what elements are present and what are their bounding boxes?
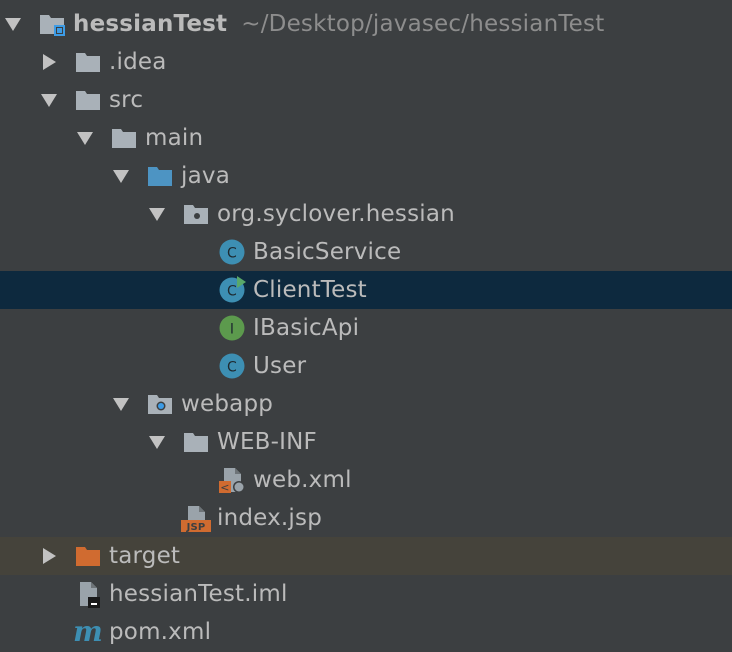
tree-item[interactable]: < web.xml xyxy=(0,461,732,499)
tree-item-label: index.jsp xyxy=(217,505,323,531)
tree-item[interactable]: main xyxy=(0,119,732,157)
class-icon: C xyxy=(217,237,247,267)
expand-toggle[interactable] xyxy=(145,202,169,226)
tree-item[interactable]: C ClientTest xyxy=(0,271,732,309)
expand-toggle[interactable] xyxy=(145,430,169,454)
svg-text:C: C xyxy=(227,284,237,300)
web-folder-icon xyxy=(145,389,175,419)
tree-item[interactable]: webapp xyxy=(0,385,732,423)
iml-file-icon xyxy=(73,579,103,609)
expand-arrow-icon[interactable] xyxy=(111,394,131,414)
tree-item-label: webapp xyxy=(181,391,274,417)
svg-text:C: C xyxy=(227,360,237,376)
tree-item[interactable]: hessianTest ~/Desktop/javasec/hessianTest xyxy=(0,5,732,43)
tree-item[interactable]: src xyxy=(0,81,732,119)
svg-text:<: < xyxy=(220,481,229,494)
collapse-toggle[interactable] xyxy=(37,50,61,74)
tree-item[interactable]: I IBasicApi xyxy=(0,309,732,347)
tree-item[interactable]: target xyxy=(0,537,732,575)
expand-toggle[interactable] xyxy=(109,164,133,188)
tree-item[interactable]: C BasicService xyxy=(0,233,732,271)
tree-item[interactable]: .idea xyxy=(0,43,732,81)
expand-arrow-icon[interactable] xyxy=(147,204,167,224)
tree-item-label: web.xml xyxy=(253,467,352,493)
tree-item[interactable]: C User xyxy=(0,347,732,385)
runnable-class-icon: C xyxy=(217,275,247,305)
tree-item-label: hessianTest.iml xyxy=(109,581,288,607)
collapse-arrow-icon[interactable] xyxy=(39,546,59,566)
expand-arrow-icon[interactable] xyxy=(3,14,23,34)
expand-arrow-icon[interactable] xyxy=(75,128,95,148)
project-path: ~/Desktop/javasec/hessianTest xyxy=(241,11,605,37)
folder-icon xyxy=(73,47,103,77)
folder-icon xyxy=(181,427,211,457)
tree-item-label: BasicService xyxy=(253,239,402,265)
collapse-arrow-icon[interactable] xyxy=(39,52,59,72)
expand-toggle[interactable] xyxy=(1,12,25,36)
tree-item-label: hessianTest xyxy=(73,11,228,37)
interface-icon: I xyxy=(217,313,247,343)
tree-item[interactable]: org.syclover.hessian xyxy=(0,195,732,233)
svg-text:C: C xyxy=(227,246,237,262)
tree-item[interactable]: WEB-INF xyxy=(0,423,732,461)
collapse-toggle[interactable] xyxy=(37,544,61,568)
tree-item-label: ClientTest xyxy=(253,277,367,303)
source-folder-icon xyxy=(145,161,175,191)
expand-toggle[interactable] xyxy=(109,392,133,416)
module-folder-icon xyxy=(37,9,67,39)
expand-arrow-icon[interactable] xyxy=(147,432,167,452)
svg-text:JSP: JSP xyxy=(186,522,206,533)
tree-item-label: target xyxy=(109,543,181,569)
class-icon: C xyxy=(217,351,247,381)
web-xml-icon: < xyxy=(217,465,247,495)
tree-item[interactable]: java xyxy=(0,157,732,195)
tree-item-label: main xyxy=(145,125,204,151)
expand-toggle[interactable] xyxy=(37,88,61,112)
tree-item-label: User xyxy=(253,353,307,379)
expand-arrow-icon[interactable] xyxy=(111,166,131,186)
expand-toggle[interactable] xyxy=(73,126,97,150)
tree-item-label: IBasicApi xyxy=(253,315,360,341)
maven-file-icon: m xyxy=(73,617,103,647)
tree-item-label: pom.xml xyxy=(109,619,212,645)
tree-item-label: src xyxy=(109,87,144,113)
tree-item-label: java xyxy=(181,163,230,189)
jsp-file-icon: JSP xyxy=(181,503,211,533)
tree-item-label: WEB-INF xyxy=(217,429,317,455)
tree-item[interactable]: m pom.xml xyxy=(0,613,732,651)
package-icon xyxy=(181,199,211,229)
folder-icon xyxy=(109,123,139,153)
expand-arrow-icon[interactable] xyxy=(39,90,59,110)
excluded-folder-icon xyxy=(73,541,103,571)
tree-item-label: .idea xyxy=(109,49,167,75)
tree-item[interactable]: JSP index.jsp xyxy=(0,499,732,537)
project-tree: hessianTest ~/Desktop/javasec/hessianTest… xyxy=(0,0,732,652)
svg-text:I: I xyxy=(230,322,234,338)
svg-text:m: m xyxy=(73,617,103,647)
tree-item-label: org.syclover.hessian xyxy=(217,201,455,227)
tree-item[interactable]: hessianTest.iml xyxy=(0,575,732,613)
folder-icon xyxy=(73,85,103,115)
